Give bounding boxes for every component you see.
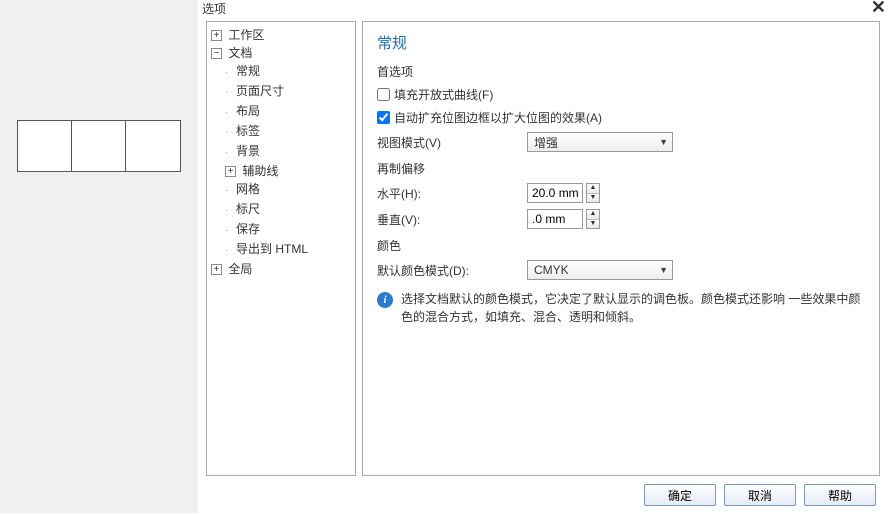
tree-bullet-icon: · bbox=[225, 182, 233, 200]
auto-expand-bitmap-checkbox-label[interactable]: 自动扩充位图边框以扩大位图的效果(A) bbox=[377, 109, 602, 126]
tree-item-layout[interactable]: 布局 bbox=[236, 102, 260, 120]
tree-bullet-icon: · bbox=[225, 202, 233, 220]
collapse-icon[interactable]: − bbox=[211, 48, 222, 59]
thumbnail-cell bbox=[18, 121, 72, 171]
dialog-title-bar: 选项 ✕ bbox=[198, 0, 888, 17]
info-icon: i bbox=[377, 292, 393, 308]
view-mode-label: 视图模式(V) bbox=[377, 134, 527, 151]
fill-open-curves-checkbox-label[interactable]: 填充开放式曲线(F) bbox=[377, 86, 493, 103]
preferences-group-label: 首选项 bbox=[377, 63, 865, 80]
tree-bullet-icon: · bbox=[225, 144, 233, 162]
default-color-mode-value: CMYK bbox=[534, 263, 569, 277]
info-text: 选择文档默认的颜色模式，它决定了默认显示的调色板。颜色模式还影响 一些效果中颜色… bbox=[401, 290, 865, 326]
tree-bullet-icon: · bbox=[225, 242, 233, 260]
fill-open-curves-text: 填充开放式曲线(F) bbox=[394, 86, 493, 103]
document-preview-panel bbox=[0, 0, 198, 513]
tree-item-export-html[interactable]: 导出到 HTML bbox=[236, 240, 308, 258]
spin-down-icon[interactable]: ▼ bbox=[587, 194, 599, 203]
color-group-label: 颜色 bbox=[377, 237, 865, 254]
expand-icon[interactable]: + bbox=[211, 30, 222, 41]
auto-expand-bitmap-text: 自动扩充位图边框以扩大位图的效果(A) bbox=[394, 109, 602, 126]
horizontal-spinner[interactable]: ▲ ▼ bbox=[527, 183, 600, 203]
category-tree[interactable]: + 工作区 − 文档 ·常规 ·页面尺寸 ·布局 ·标签 ·背景 bbox=[209, 26, 353, 278]
help-button[interactable]: 帮助 bbox=[804, 484, 876, 506]
ok-button[interactable]: 确定 bbox=[644, 484, 716, 506]
default-color-mode-label: 默认颜色模式(D): bbox=[377, 262, 527, 279]
vertical-spinner[interactable]: ▲ ▼ bbox=[527, 209, 600, 229]
tree-item-save[interactable]: 保存 bbox=[236, 220, 260, 238]
options-dialog: 选项 ✕ + 工作区 − 文档 ·常规 bbox=[198, 0, 888, 513]
tree-bullet-icon: · bbox=[225, 124, 233, 142]
category-tree-panel: + 工作区 − 文档 ·常规 ·页面尺寸 ·布局 ·标签 ·背景 bbox=[206, 21, 356, 476]
horizontal-input[interactable] bbox=[527, 183, 583, 203]
view-mode-value: 增强 bbox=[534, 134, 558, 151]
cancel-button[interactable]: 取消 bbox=[724, 484, 796, 506]
tree-bullet-icon: · bbox=[225, 222, 233, 240]
expand-icon[interactable]: + bbox=[211, 264, 222, 275]
tree-item-guides[interactable]: 辅助线 bbox=[242, 162, 278, 180]
tree-item-general[interactable]: 常规 bbox=[236, 62, 260, 80]
vertical-input[interactable] bbox=[527, 209, 583, 229]
tree-item-labels[interactable]: 标签 bbox=[236, 122, 260, 140]
tree-bullet-icon: · bbox=[225, 64, 233, 82]
thumbnail-cell bbox=[126, 121, 180, 171]
chevron-down-icon: ▼ bbox=[659, 137, 668, 147]
tree-item-rulers[interactable]: 标尺 bbox=[236, 200, 260, 218]
spin-down-icon[interactable]: ▼ bbox=[587, 220, 599, 229]
tree-bullet-icon: · bbox=[225, 84, 233, 102]
horizontal-label: 水平(H): bbox=[377, 185, 527, 202]
vertical-label: 垂直(V): bbox=[377, 211, 527, 228]
chevron-down-icon: ▼ bbox=[659, 265, 668, 275]
spin-up-icon[interactable]: ▲ bbox=[587, 210, 599, 220]
tree-item-grid[interactable]: 网格 bbox=[236, 180, 260, 198]
thumbnail-cell bbox=[72, 121, 126, 171]
tree-item-background[interactable]: 背景 bbox=[236, 142, 260, 160]
tree-item-document[interactable]: 文档 bbox=[228, 44, 252, 62]
dialog-title: 选项 bbox=[202, 0, 226, 17]
spin-up-icon[interactable]: ▲ bbox=[587, 184, 599, 194]
section-heading: 常规 bbox=[377, 32, 865, 53]
fill-open-curves-checkbox[interactable] bbox=[377, 88, 390, 101]
auto-expand-bitmap-checkbox[interactable] bbox=[377, 111, 390, 124]
view-mode-select[interactable]: 增强 ▼ bbox=[527, 132, 673, 152]
settings-content-panel: 常规 首选项 填充开放式曲线(F) 自动扩充位图边框以扩大位图的效果(A) 视 bbox=[362, 21, 880, 476]
info-message: i 选择文档默认的颜色模式，它决定了默认显示的调色板。颜色模式还影响 一些效果中… bbox=[377, 290, 865, 326]
tree-item-workspace[interactable]: 工作区 bbox=[228, 26, 264, 44]
close-icon[interactable]: ✕ bbox=[871, 0, 886, 16]
tree-item-page-size[interactable]: 页面尺寸 bbox=[236, 82, 284, 100]
expand-icon[interactable]: + bbox=[225, 166, 236, 177]
dialog-button-bar: 确定 取消 帮助 bbox=[198, 476, 888, 514]
redraw-offset-group-label: 再制偏移 bbox=[377, 160, 865, 177]
tree-item-global[interactable]: 全局 bbox=[228, 260, 252, 278]
default-color-mode-select[interactable]: CMYK ▼ bbox=[527, 260, 673, 280]
tree-bullet-icon: · bbox=[225, 104, 233, 122]
thumbnail-grid bbox=[17, 120, 181, 172]
